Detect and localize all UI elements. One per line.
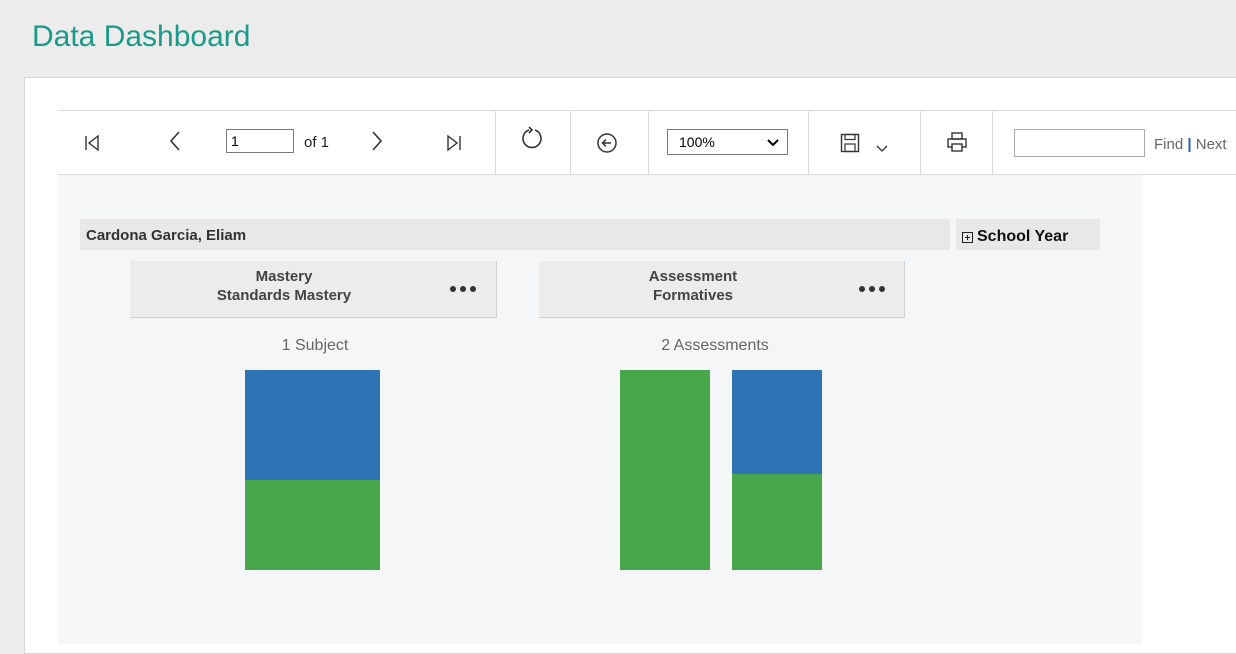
chart-bar-segment[interactable] [732,474,822,570]
student-name-header: Cardona Garcia, Eliam [80,219,950,250]
back-icon[interactable] [596,132,618,154]
chevron-down-icon [767,134,779,150]
find-links: Find | Next [1154,136,1227,153]
toolbar-divider [992,111,993,174]
find-link[interactable]: Find [1154,136,1183,153]
toolbar-divider [648,111,649,174]
assessment-card-header: Assessment Formatives [539,261,905,318]
card-title-line2: Standards Mastery [216,287,352,304]
next-page-icon[interactable] [370,130,384,152]
next-link[interactable]: Next [1196,136,1227,153]
zoom-select[interactable]: 100% [667,129,788,155]
last-page-icon[interactable] [446,132,462,154]
card-title: Mastery Standards Mastery [184,267,384,305]
toolbar-divider [495,111,496,174]
save-menu-chevron-icon[interactable] [876,138,888,160]
refresh-icon[interactable] [520,126,544,150]
card-title-line1: Assessment [648,268,738,285]
page-count-label: of 1 [304,134,330,151]
expand-plus-icon [962,231,973,243]
mastery-card-header: Mastery Standards Mastery [130,261,497,318]
school-year-label: School Year [977,228,1069,245]
page-title: Data Dashboard [32,20,251,53]
card-title-line2: Formatives [652,287,734,304]
toolbar-divider [808,111,809,174]
zoom-value: 100% [679,134,715,150]
chart-bar-segment[interactable] [245,370,380,480]
more-options-icon[interactable] [859,286,885,292]
more-options-icon[interactable] [450,286,476,292]
toolbar-divider [570,111,571,174]
card-subtitle: 1 Subject [281,337,349,354]
print-icon[interactable] [946,131,968,153]
school-year-toggle[interactable]: School Year [956,219,1100,250]
first-page-icon[interactable] [84,132,100,154]
save-icon[interactable] [840,132,860,154]
find-input[interactable] [1014,129,1145,157]
prev-page-icon[interactable] [168,130,182,152]
page-number-input[interactable] [226,129,294,153]
card-subtitle: 2 Assessments [661,337,769,354]
chart-bar-segment[interactable] [732,370,822,474]
find-link-separator: | [1187,136,1192,153]
card-title-line1: Mastery [255,268,313,285]
toolbar-divider [920,111,921,174]
chart-bar-segment[interactable] [245,480,380,570]
card-title: Assessment Formatives [593,267,793,305]
chart-bar-segment[interactable] [620,370,710,570]
